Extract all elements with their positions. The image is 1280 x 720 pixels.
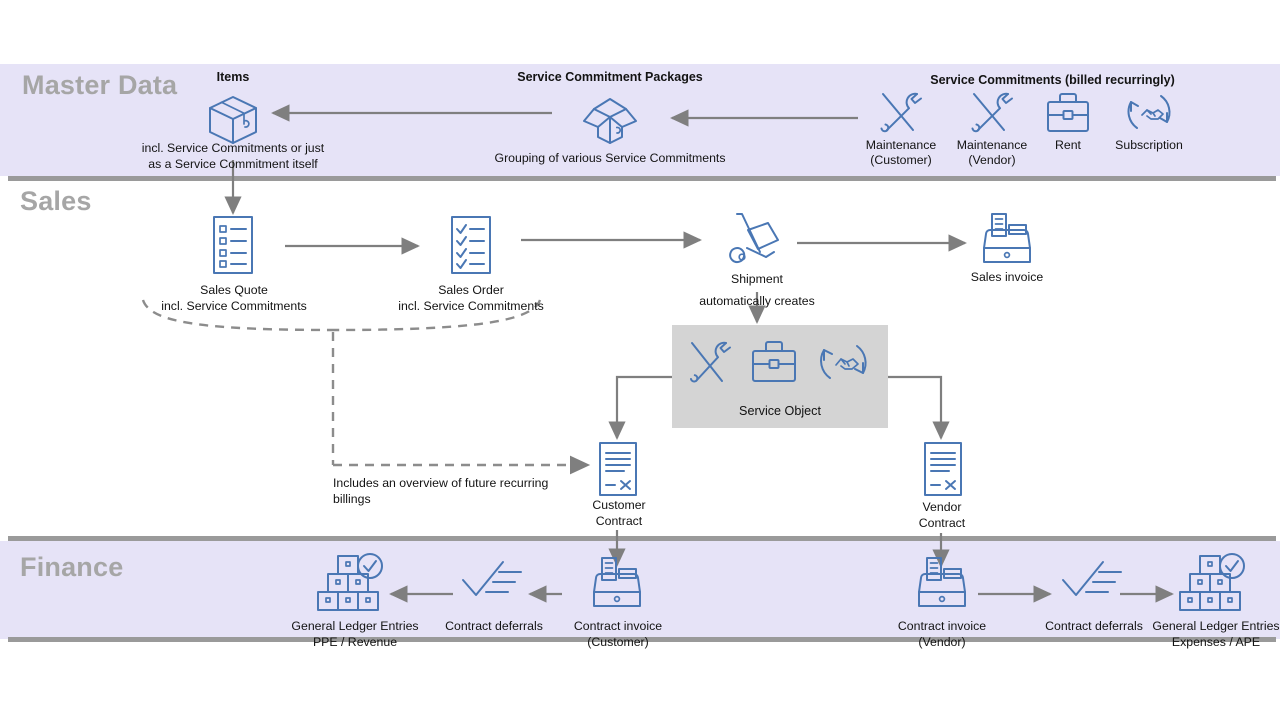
node-gl-entries-customer[interactable]: [316, 552, 386, 612]
node-contract-invoice-customer[interactable]: [586, 552, 648, 612]
contract-invoice-customer-caption: Contract invoice (Customer): [557, 618, 679, 650]
packages-title: Service Commitment Packages: [517, 70, 703, 84]
overview-note: Includes an overview of future recurring…: [333, 475, 583, 507]
node-subscription[interactable]: Subscription: [1108, 88, 1190, 153]
rent-label-1: Rent: [1055, 138, 1081, 152]
invoice-vendor-label-2: (Vendor): [918, 635, 966, 649]
sales-invoice-label: Sales invoice: [970, 270, 1044, 284]
arrow-service-object-to-customer-contract: [608, 375, 672, 440]
deferrals-customer-label-1: Contract deferrals: [445, 619, 543, 633]
gl-customer-label-1: General Ledger Entries: [291, 619, 419, 633]
items-title: Items: [216, 70, 250, 84]
briefcase-icon: [1047, 93, 1089, 132]
vendor-contract-label-1: Vendor: [922, 500, 962, 514]
service-object-icons: [690, 341, 867, 383]
cash-register-icon: [983, 213, 1031, 263]
sales-order-label-2: incl. Service Commitments: [398, 299, 544, 313]
invoice-customer-label-2: (Customer): [587, 635, 649, 649]
sales-quote-label-2: incl. Service Commitments: [161, 299, 307, 313]
checkmark-lines-icon: [1062, 561, 1122, 596]
vendor-contract-label-2: Contract: [918, 516, 966, 530]
node-maintenance-vendor[interactable]: Maintenance (Vendor): [951, 88, 1033, 168]
contract-deferrals-vendor-caption: Contract deferrals: [1029, 618, 1159, 634]
node-contract-deferrals-customer[interactable]: [459, 558, 529, 606]
node-service-commitment-packages[interactable]: Service Commitment Packages: [490, 70, 730, 147]
shipment-label: Shipment: [731, 272, 783, 286]
gl-customer-label-2: PPE / Revenue: [312, 635, 398, 649]
checkmark-lines-icon: [462, 561, 522, 596]
node-items[interactable]: Items: [163, 70, 303, 147]
node-shipment[interactable]: Shipment: [710, 208, 804, 287]
customer-contract-label-2: Contract: [595, 514, 643, 528]
overview-note-line-2: billings: [333, 492, 371, 506]
items-caption-line-1: incl. Service Commitments or just: [141, 141, 325, 155]
node-sales-invoice[interactable]: Sales invoice: [960, 208, 1054, 285]
contract-document-icon: [924, 442, 962, 496]
checked-document-icon: [451, 216, 491, 274]
tools-icon: [880, 92, 922, 133]
node-contract-deferrals-vendor[interactable]: [1059, 558, 1129, 606]
node-service-object[interactable]: Service Object: [672, 325, 888, 428]
closed-box-icon: [209, 96, 257, 144]
gl-vendor-label-1: General Ledger Entries: [1152, 619, 1280, 633]
subscription-cycle-icon: [820, 345, 867, 379]
sales-quote-label-1: Sales Quote: [200, 283, 268, 297]
sales-order-caption: Sales Order incl. Service Commitments: [357, 282, 585, 314]
ledger-boxes-check-icon: [1179, 553, 1245, 611]
node-sales-order[interactable]: [426, 214, 516, 276]
gl-vendor-label-2: Expenses / APE: [1171, 635, 1261, 649]
items-caption: incl. Service Commitments or just as a S…: [128, 140, 338, 172]
deferrals-vendor-label-1: Contract deferrals: [1045, 619, 1143, 633]
node-vendor-contract[interactable]: [915, 440, 971, 498]
gl-entries-vendor-caption: General Ledger Entries Expenses / APE: [1152, 618, 1280, 650]
briefcase-icon: [752, 341, 796, 382]
maintenance-customer-label-2: (Customer): [870, 153, 932, 167]
packages-caption-text: Grouping of various Service Commitments: [494, 151, 726, 165]
packages-caption: Grouping of various Service Commitments: [460, 150, 760, 166]
node-maintenance-customer[interactable]: Maintenance (Customer): [860, 88, 942, 168]
cash-register-icon: [593, 557, 641, 607]
tools-icon: [971, 92, 1013, 133]
commitments-group-title: Service Commitments (billed recurringly): [930, 73, 1175, 87]
node-customer-contract[interactable]: [590, 440, 646, 498]
open-box-icon: [583, 98, 637, 144]
customer-contract-label-1: Customer: [592, 498, 646, 512]
node-rent[interactable]: Rent: [1037, 88, 1099, 153]
auto-creates-note: automatically creates: [699, 294, 815, 308]
tools-icon: [690, 341, 731, 383]
sales-quote-caption: Sales Quote incl. Service Commitments: [140, 282, 328, 314]
arrow-service-object-to-vendor-contract: [888, 375, 950, 440]
cash-register-icon: [918, 557, 966, 607]
contract-invoice-vendor-caption: Contract invoice (Vendor): [881, 618, 1003, 650]
node-contract-invoice-vendor[interactable]: [911, 552, 973, 612]
items-caption-line-2: as a Service Commitment itself: [148, 157, 318, 171]
checklist-document-icon: [213, 216, 253, 274]
contract-deferrals-customer-caption: Contract deferrals: [429, 618, 559, 634]
invoice-vendor-label-1: Contract invoice: [897, 619, 987, 633]
customer-contract-caption: Customer Contract: [570, 497, 668, 529]
maintenance-vendor-label-2: (Vendor): [968, 153, 1016, 167]
hand-truck-icon: [729, 213, 779, 263]
sales-order-label-1: Sales Order: [438, 283, 504, 297]
subscription-label-1: Subscription: [1115, 138, 1183, 152]
overview-note-line-1: Includes an overview of future recurring: [333, 476, 549, 490]
node-sales-quote[interactable]: [188, 214, 278, 276]
maintenance-customer-label-1: Maintenance: [865, 138, 937, 152]
gl-entries-customer-caption: General Ledger Entries PPE / Revenue: [275, 618, 435, 650]
invoice-customer-label-1: Contract invoice: [573, 619, 663, 633]
diagram-canvas: Master Data Sales Finance Items incl. Se…: [0, 0, 1280, 720]
node-gl-entries-vendor[interactable]: [1178, 552, 1248, 612]
ledger-boxes-check-icon: [317, 553, 383, 611]
contract-document-icon: [599, 442, 637, 496]
service-object-label: Service Object: [739, 404, 821, 418]
subscription-cycle-icon: [1127, 95, 1171, 129]
maintenance-vendor-label-1: Maintenance: [956, 138, 1028, 152]
vendor-contract-caption: Vendor Contract: [893, 499, 991, 531]
